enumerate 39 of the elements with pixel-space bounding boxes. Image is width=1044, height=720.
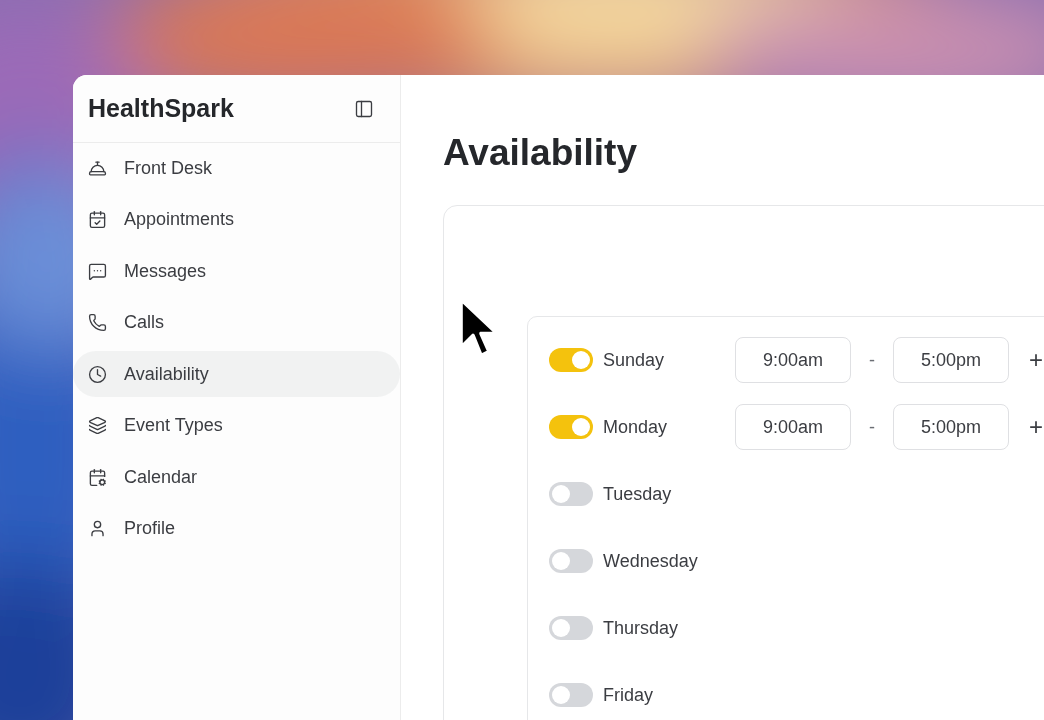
person-icon bbox=[88, 519, 107, 538]
toggle-switch[interactable] bbox=[549, 683, 593, 707]
toggle-switch[interactable] bbox=[549, 549, 593, 573]
page-title: Availability bbox=[443, 131, 637, 175]
sidebar-item[interactable]: Event Types bbox=[73, 402, 400, 449]
sidebar-toggle-icon[interactable] bbox=[354, 98, 374, 119]
sidebar-item[interactable]: Appointments bbox=[73, 196, 400, 243]
add-button[interactable]: + bbox=[1029, 348, 1043, 372]
toggle-switch[interactable] bbox=[549, 482, 593, 506]
sidebar-item[interactable]: Availability bbox=[73, 351, 400, 397]
calendar-check-icon bbox=[88, 210, 107, 229]
time-field[interactable]: 9:00am bbox=[735, 337, 851, 383]
add-button[interactable]: + bbox=[1029, 415, 1043, 439]
sidebar-item[interactable]: Profile bbox=[73, 505, 400, 552]
toggle-switch[interactable] bbox=[549, 348, 593, 372]
calendar-gear-icon bbox=[88, 467, 107, 487]
toggle-switch[interactable] bbox=[549, 415, 593, 439]
clock-icon bbox=[88, 364, 107, 384]
time-field[interactable]: 9:00am bbox=[735, 404, 851, 450]
day-label: Monday bbox=[603, 415, 669, 439]
phone-icon bbox=[88, 313, 107, 332]
day-label: Friday bbox=[603, 683, 654, 707]
sidebar-item[interactable]: Messages bbox=[73, 248, 400, 294]
bell-icon bbox=[88, 158, 107, 178]
app-name: HealthSpark bbox=[88, 92, 234, 124]
day-label: Tuesday bbox=[603, 482, 673, 506]
sidebar-item[interactable]: Calendar bbox=[73, 454, 400, 500]
day-label: Wednesday bbox=[603, 549, 699, 573]
day-label: Sunday bbox=[603, 348, 666, 372]
chat-bubble-icon bbox=[88, 261, 107, 281]
time-field[interactable]: 5:00pm bbox=[893, 337, 1009, 383]
time-field[interactable]: 5:00pm bbox=[893, 404, 1009, 450]
range-separator: - bbox=[868, 348, 876, 372]
range-separator: - bbox=[868, 415, 876, 439]
sidebar-item[interactable]: Front Desk bbox=[73, 145, 400, 191]
layers-icon bbox=[88, 416, 107, 435]
sidebar-item[interactable]: Calls bbox=[73, 299, 400, 346]
day-label: Thursday bbox=[603, 616, 680, 640]
toggle-switch[interactable] bbox=[549, 616, 593, 640]
